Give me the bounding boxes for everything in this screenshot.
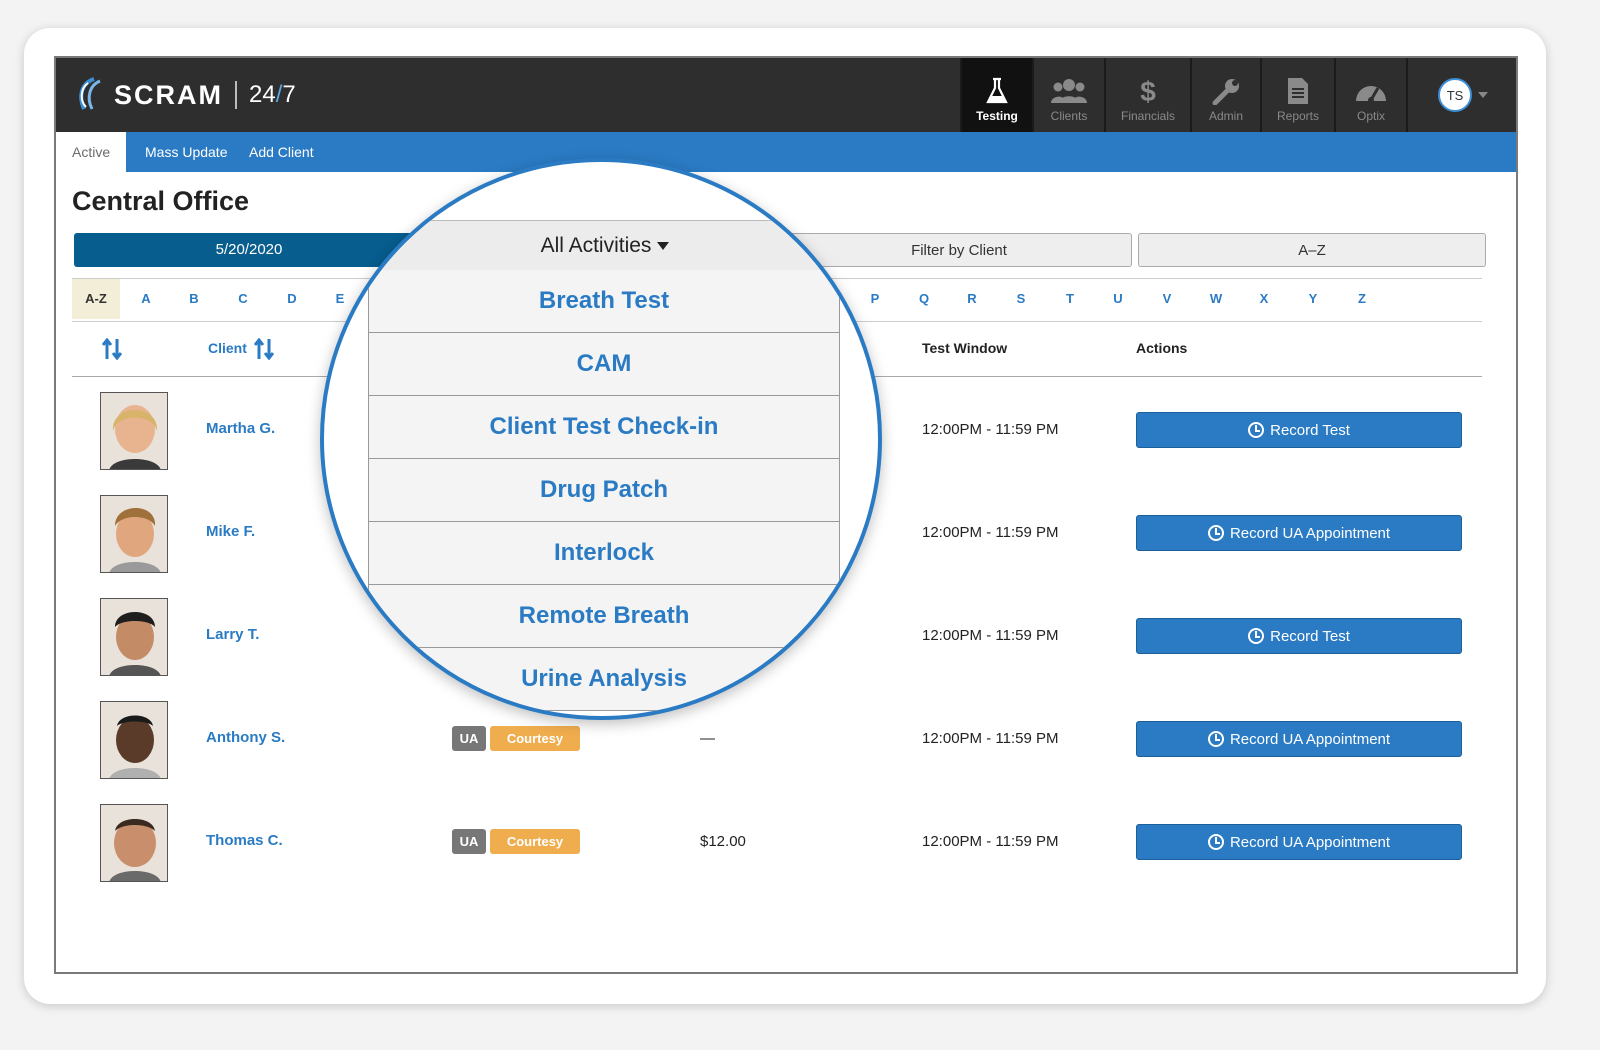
clock-icon — [1248, 628, 1265, 644]
clock-icon — [1248, 422, 1265, 438]
clock-icon — [1207, 834, 1224, 850]
client-name[interactable]: Anthony S. — [206, 729, 285, 746]
nav-financials-label: Financials — [1120, 109, 1176, 123]
svg-text:$: $ — [1140, 77, 1156, 105]
menu-item-urine-analysis[interactable]: Urine Analysis — [369, 648, 839, 711]
nav-reports[interactable]: Reports — [1260, 58, 1334, 132]
courtesy-badge: Courtesy — [490, 829, 580, 854]
nav-clients[interactable]: Clients — [1032, 58, 1104, 132]
alpha-all[interactable]: A-Z — [72, 279, 120, 319]
client-photo — [100, 495, 168, 573]
nav-testing[interactable]: Testing — [960, 58, 1032, 132]
nav-clients-label: Clients — [1050, 109, 1088, 123]
record-ua-appointment-button[interactable]: Record UA Appointment — [1136, 824, 1462, 860]
client-photo — [100, 392, 168, 470]
client-name[interactable]: Martha G. — [206, 420, 275, 437]
nav-financials[interactable]: $ Financials — [1104, 58, 1190, 132]
actions-column-header: Actions — [1136, 340, 1188, 356]
flask-icon — [986, 77, 1008, 104]
caret-down-icon — [657, 242, 670, 250]
alpha-letter[interactable]: D — [280, 279, 304, 319]
all-activities-dropdown[interactable]: All Activities — [324, 220, 878, 272]
brand-name: SCRAM — [114, 79, 223, 110]
alpha-letter[interactable]: A — [134, 279, 158, 319]
top-navigation-bar: SCRAM 24/7 Testing Clients $ Financials … — [56, 58, 1516, 132]
user-avatar: TS — [1438, 78, 1472, 112]
page-title: Central Office — [72, 186, 250, 216]
client-name[interactable]: Mike F. — [206, 523, 255, 540]
fee-amount: — — [700, 730, 715, 747]
test-window: 12:00PM - 11:59 PM — [922, 627, 1059, 644]
activities-menu: Breath Test CAM Client Test Check-in Dru… — [368, 270, 840, 711]
alpha-letter[interactable]: X — [1252, 279, 1276, 319]
tab-active[interactable]: Active — [56, 132, 127, 172]
test-window-column-header: Test Window — [922, 340, 1008, 356]
test-window: 12:00PM - 11:59 PM — [922, 421, 1059, 438]
menu-item-drug-patch[interactable]: Drug Patch — [369, 459, 839, 522]
alpha-letter[interactable]: Y — [1301, 279, 1325, 319]
client-column-header[interactable]: Client — [208, 340, 247, 356]
nav-testing-label: Testing — [976, 109, 1018, 123]
alpha-letter[interactable]: S — [1009, 279, 1033, 319]
record-test-button[interactable]: Record Test — [1136, 412, 1462, 448]
record-ua-appointment-button[interactable]: Record UA Appointment — [1136, 721, 1462, 757]
tab-add-client[interactable]: Add Client — [249, 132, 314, 172]
user-menu[interactable]: TS — [1406, 58, 1516, 132]
clock-icon — [1207, 731, 1224, 747]
gauge-icon — [1356, 86, 1386, 103]
menu-item-client-test-check-in[interactable]: Client Test Check-in — [369, 396, 839, 459]
test-window: 12:00PM - 11:59 PM — [922, 524, 1059, 541]
menu-item-breath-test[interactable]: Breath Test — [369, 270, 839, 333]
fee-amount: $12.00 — [700, 833, 746, 850]
record-test-button[interactable]: Record Test — [1136, 618, 1462, 654]
logo-divider — [235, 81, 237, 109]
scram-logo-icon — [72, 75, 112, 115]
alpha-letter[interactable]: W — [1204, 279, 1228, 319]
menu-item-interlock[interactable]: Interlock — [369, 522, 839, 585]
document-icon — [1288, 78, 1308, 104]
nav-admin[interactable]: Admin — [1190, 58, 1260, 132]
sort-arrows-icon[interactable] — [101, 337, 123, 363]
alpha-letter[interactable]: C — [231, 279, 255, 319]
client-photo — [100, 701, 168, 779]
alpha-letter[interactable]: T — [1058, 279, 1082, 319]
alpha-letter[interactable]: P — [863, 279, 887, 319]
menu-item-remote-breath[interactable]: Remote Breath — [369, 585, 839, 648]
nav-optix-label: Optix — [1356, 109, 1385, 123]
activities-magnifier: All Activities Breath Test CAM Client Te… — [320, 158, 882, 720]
client-photo — [100, 804, 168, 882]
sort-az-button[interactable]: A–Z — [1138, 233, 1486, 267]
dollar-icon: $ — [1140, 77, 1156, 105]
alpha-letter[interactable]: B — [182, 279, 206, 319]
brand-suffix: 24/7 — [249, 81, 296, 108]
sub-navigation: Active Mass Update Add Client — [56, 132, 1516, 172]
client-name[interactable]: Thomas C. — [206, 832, 283, 849]
scram-logo[interactable]: SCRAM 24/7 — [72, 72, 296, 118]
ua-badge: UA — [452, 726, 486, 751]
client-photo — [100, 598, 168, 676]
chevron-down-icon — [1478, 92, 1488, 98]
nav-optix[interactable]: Optix — [1334, 58, 1406, 132]
test-window: 12:00PM - 11:59 PM — [922, 730, 1059, 747]
client-sort-icon[interactable] — [253, 337, 275, 363]
alpha-letter[interactable]: R — [960, 279, 984, 319]
tab-mass-update[interactable]: Mass Update — [145, 132, 227, 172]
client-name[interactable]: Larry T. — [206, 626, 259, 643]
clock-icon — [1207, 525, 1224, 541]
alpha-letter[interactable]: Z — [1350, 279, 1374, 319]
test-window: 12:00PM - 11:59 PM — [922, 833, 1059, 850]
people-icon — [1051, 79, 1087, 103]
alpha-letter[interactable]: V — [1155, 279, 1179, 319]
alpha-letter[interactable]: U — [1106, 279, 1130, 319]
wrench-icon — [1212, 79, 1239, 105]
menu-item-cam[interactable]: CAM — [369, 333, 839, 396]
nav-admin-label: Admin — [1208, 109, 1243, 123]
nav-reports-label: Reports — [1276, 109, 1320, 123]
ua-badge: UA — [452, 829, 486, 854]
record-ua-appointment-button[interactable]: Record UA Appointment — [1136, 515, 1462, 551]
alpha-letter[interactable]: Q — [912, 279, 936, 319]
dropdown-label: All Activities — [540, 234, 652, 257]
courtesy-badge: Courtesy — [490, 726, 580, 751]
